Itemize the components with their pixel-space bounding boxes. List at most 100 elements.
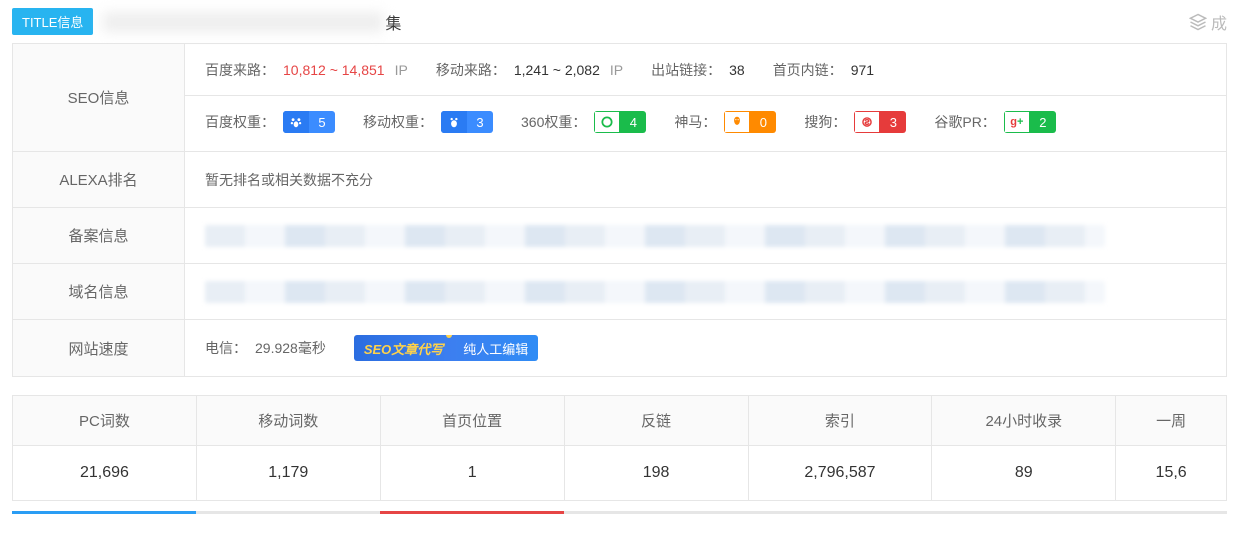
row-seo: SEO信息 百度来路： 10,812 ~ 14,851 IP 移动来路： 1,2… [13,44,1226,152]
stat-col-pc-words[interactable]: PC词数 21,696 [13,396,197,500]
stat-value: 198 [565,446,748,500]
metric-home-links: 首页内链： 971 [773,60,874,80]
bar-segment [12,511,196,514]
label: 360权重： [521,112,586,132]
stat-col-24h[interactable]: 24小时收录 89 [932,396,1116,500]
seo-info-table: SEO信息 百度来路： 10,812 ~ 14,851 IP 移动来路： 1,2… [12,43,1227,377]
stat-head: 首页位置 [381,396,564,446]
stat-col-mobile-words[interactable]: 移动词数 1,179 [197,396,381,500]
seo-weight-row: 百度权重： 5 移动权重： 3 [185,96,1226,148]
bar-segment [748,511,932,514]
stat-col-index[interactable]: 索引 2,796,587 [749,396,933,500]
value: 3 [467,111,493,133]
metric-baidu-weight[interactable]: 百度权重： 5 [205,111,335,133]
label: 谷歌PR： [934,112,995,132]
bar-segment [380,511,564,514]
bar-segment [932,511,1116,514]
360-icon [594,111,620,133]
row-speed: 网站速度 电信： 29.928毫秒 SEO文章代写 纯人工编辑 [13,320,1226,376]
value: 3 [880,111,906,133]
value: 2 [1030,111,1056,133]
title-bar: TITLE信息 集 成 [0,0,1239,43]
stats-table: PC词数 21,696 移动词数 1,179 首页位置 1 反链 198 索引 … [12,395,1227,501]
bottom-indicator-bars [12,511,1227,515]
row-beian: 备案信息 [13,208,1226,264]
row-label-speed: 网站速度 [13,320,185,376]
layers-label: 成 [1211,10,1227,34]
value: 29.928毫秒 [255,338,326,358]
row-label-seo: SEO信息 [13,44,185,151]
row-label-alexa: ALEXA排名 [13,152,185,207]
layers-button[interactable]: 成 [1189,10,1227,34]
stat-value: 89 [932,446,1115,500]
title-badge: TITLE信息 [12,8,93,35]
value: 4 [620,111,646,133]
stat-col-home-pos[interactable]: 首页位置 1 [381,396,565,500]
metric-out-links: 出站链接： 38 [651,60,745,80]
page-title-suffix: 集 [385,10,401,34]
value: 971 [851,62,874,78]
row-label-domain: 域名信息 [13,264,185,319]
mobile-weight-badge: 3 [441,111,493,133]
bar-segment [196,511,380,514]
promo-right-text: 纯人工编辑 [453,335,538,361]
baidu-weight-badge: 5 [283,111,335,133]
label: 首页内链： [773,60,843,80]
stat-head: 反链 [565,396,748,446]
label: 百度来路： [205,60,275,80]
promo-left-text: SEO文章代写 [354,335,453,361]
value: 1,241 ~ 2,082 [514,62,600,78]
page-title-blurred [103,12,383,32]
google-pr-badge: g+ 2 [1004,111,1056,133]
stat-value: 21,696 [13,446,196,500]
stat-head: 移动词数 [197,396,380,446]
shenma-weight-badge: 0 [724,111,776,133]
metric-telecom-speed: 电信： 29.928毫秒 [205,338,326,358]
metric-google-pr[interactable]: 谷歌PR： g+ 2 [934,111,1055,133]
unit: IP [395,62,408,78]
label: 电信： [205,338,247,358]
value: 10,812 ~ 14,851 [283,62,385,78]
unit: IP [610,62,623,78]
row-alexa: ALEXA排名 暂无排名或相关数据不充分 [13,152,1226,208]
label: 神马： [674,112,716,132]
value: 0 [750,111,776,133]
metric-baidu-traffic: 百度来路： 10,812 ~ 14,851 IP [205,60,408,80]
seo-traffic-row: 百度来路： 10,812 ~ 14,851 IP 移动来路： 1,241 ~ 2… [185,44,1226,96]
360-weight-badge: 4 [594,111,646,133]
metric-shenma-weight[interactable]: 神马： 0 [674,111,776,133]
stat-value: 15,6 [1116,446,1226,500]
stat-value: 1 [381,446,564,500]
shenma-icon [724,111,750,133]
row-domain: 域名信息 [13,264,1226,320]
stat-head: 一周 [1116,396,1226,446]
sogou-weight-badge: 3 [854,111,906,133]
stat-head: 索引 [749,396,932,446]
alexa-value: 暂无排名或相关数据不充分 [205,170,373,190]
label: 移动权重： [363,112,433,132]
bar-segment [564,511,748,514]
google-pr-icon: g+ [1004,111,1030,133]
paw-mobile-icon [441,111,467,133]
metric-mobile-weight[interactable]: 移动权重： 3 [363,111,493,133]
value: 38 [729,62,745,78]
stat-col-week[interactable]: 一周 15,6 [1116,396,1226,500]
stat-value: 1,179 [197,446,380,500]
bar-segment [1117,511,1227,514]
paw-icon [283,111,309,133]
stat-col-backlinks[interactable]: 反链 198 [565,396,749,500]
metric-mobile-traffic: 移动来路： 1,241 ~ 2,082 IP [436,60,623,80]
label: 搜狗： [804,112,846,132]
domain-value-blurred [205,281,1105,303]
label: 出站链接： [651,60,721,80]
stat-value: 2,796,587 [749,446,932,500]
sogou-icon [854,111,880,133]
metric-sogou-weight[interactable]: 搜狗： 3 [804,111,906,133]
value: 5 [309,111,335,133]
metric-360-weight[interactable]: 360权重： 4 [521,111,646,133]
label: 百度权重： [205,112,275,132]
seo-promo-link[interactable]: SEO文章代写 纯人工编辑 [354,335,538,361]
beian-value-blurred [205,225,1105,247]
stat-head: 24小时收录 [932,396,1115,446]
stat-head: PC词数 [13,396,196,446]
